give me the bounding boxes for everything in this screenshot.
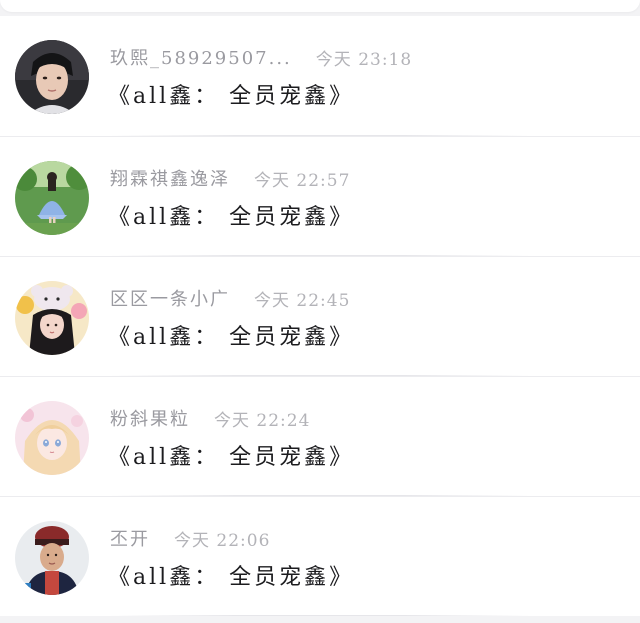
- girl-in-garden-avatar[interactable]: [15, 161, 89, 235]
- item-divider: [110, 615, 530, 616]
- comment-item[interactable]: 区区一条小广 今天 22:45 《all鑫： 全员宠鑫》: [0, 256, 640, 376]
- comment-item[interactable]: 玖熙_58929507... 今天 23:18 《all鑫： 全员宠鑫》: [0, 16, 640, 136]
- comment-time: 今天 22:06: [174, 530, 271, 551]
- anime-girl-avatar[interactable]: [15, 401, 89, 475]
- comment-item[interactable]: 翔霖祺鑫逸泽 今天 22:57 《all鑫： 全员宠鑫》: [0, 136, 640, 256]
- comment-nickname[interactable]: 区区一条小广: [110, 285, 230, 311]
- comment-content: 《all鑫： 全员宠鑫》: [108, 565, 355, 590]
- top-card-edge: [0, 0, 640, 12]
- comment-item[interactable]: 丕开 今天 22:06 《all鑫： 全员宠鑫》: [0, 496, 640, 616]
- comment-nickname[interactable]: 玖熙_58929507...: [110, 44, 292, 70]
- male-portrait-avatar[interactable]: [15, 40, 89, 114]
- elder-woman-avatar[interactable]: [15, 521, 89, 595]
- comment-content: 《all鑫： 全员宠鑫》: [108, 445, 355, 470]
- comment-time: 今天 23:18: [315, 49, 413, 70]
- comment-nickname[interactable]: 粉斜果粒: [110, 405, 190, 431]
- comment-time: 今天 22:24: [214, 410, 311, 431]
- comment-nickname[interactable]: 丕开: [110, 525, 150, 551]
- comment-nickname[interactable]: 翔霖祺鑫逸泽: [110, 165, 230, 191]
- comment-item[interactable]: 粉斜果粒 今天 22:24 《all鑫： 全员宠鑫》: [0, 376, 640, 496]
- comment-list: 玖熙_58929507... 今天 23:18 《all鑫： 全员宠鑫》 翔霖祺…: [0, 12, 640, 616]
- comment-content: 《all鑫： 全员宠鑫》: [108, 205, 355, 230]
- comment-time: 今天 22:45: [254, 290, 351, 311]
- comment-time: 今天 22:57: [254, 170, 351, 191]
- comment-content: 《all鑫： 全员宠鑫》: [108, 325, 355, 350]
- girl-with-bear-hat-avatar[interactable]: [15, 281, 89, 355]
- comment-content: 《all鑫： 全员宠鑫》: [108, 84, 355, 109]
